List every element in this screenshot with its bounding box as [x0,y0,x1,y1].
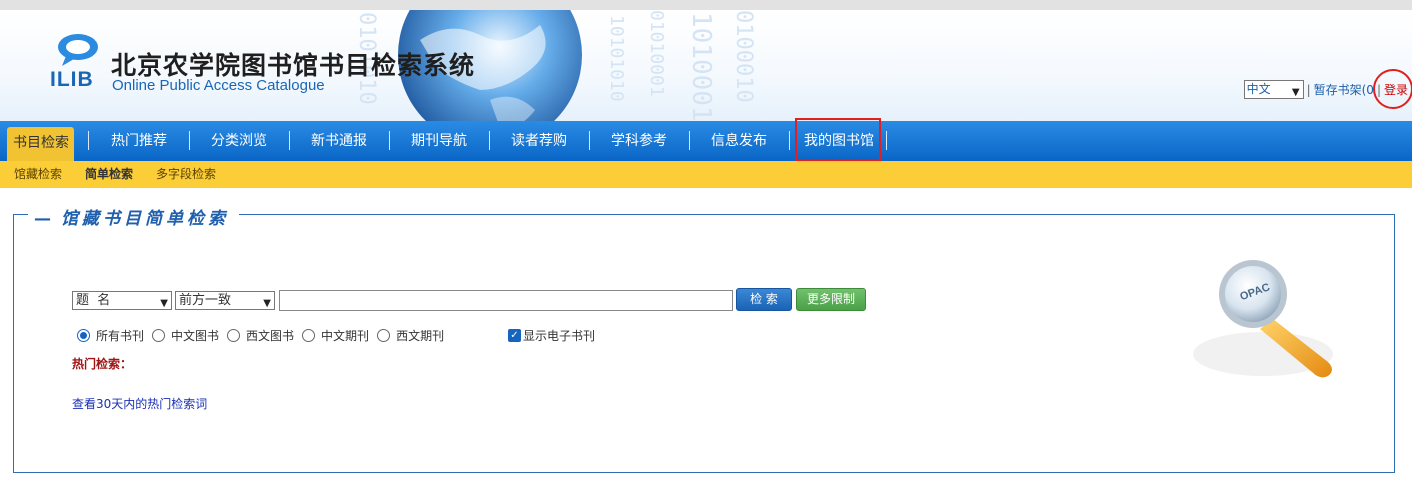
radio-label: 中文图书 [171,329,220,343]
keyword-input[interactable] [279,290,733,311]
search-button[interactable]: 检 索 [736,288,792,311]
background-digits: 01010001 [646,10,667,97]
chevron-down-icon: ▼ [160,298,168,309]
field-select[interactable]: 题 名 ▼ [72,291,172,310]
hot-terms-link[interactable]: 查看30天内的热门检索词 [72,395,207,412]
language-value: 中文 [1246,82,1271,96]
logo-text: ILIB [50,68,94,91]
subnav-item-multifield[interactable]: 多字段检索 [156,161,216,188]
ejournal-label: 显示电子书刊 [523,329,596,343]
subnav-item-simple[interactable]: 简单检索 [85,161,133,188]
nav-divider [389,131,390,150]
doc-type-radios: 所有书刊 中文图书 西文图书 中文期刊 西文期刊 [77,327,452,344]
title-dash: — [34,209,55,229]
highlight-box [795,118,881,162]
highlight-circle [1372,69,1412,109]
main-nav: 书目检索 热门推荐 分类浏览 新书通报 期刊导航 读者荐购 学科参考 信息发布 … [0,121,1412,161]
nav-item-subject[interactable]: 学科参考 [599,121,679,161]
radio-west-books[interactable] [227,329,241,342]
radio-west-journals[interactable] [377,329,391,342]
nav-divider [88,131,89,150]
site-header: 0101010 10101010 01010001 1010001 010001… [0,10,1412,121]
chevron-down-icon: ▼ [263,298,271,309]
nav-item-catalog-search[interactable]: 书目检索 [7,127,74,161]
nav-item-category[interactable]: 分类浏览 [199,121,279,161]
radio-all[interactable] [77,329,90,342]
field-select-value: 题 名 [76,293,111,308]
radio-cn-books[interactable] [152,329,166,342]
nav-item-recommend[interactable]: 读者荐购 [499,121,579,161]
radio-label: 西文图书 [246,329,295,343]
ilib-logo: ILIB [48,32,104,92]
nav-divider [789,131,790,150]
radio-label: 西文期刊 [396,329,445,343]
nav-divider [489,131,490,150]
panel-title: — 馆藏书目简单检索 [28,204,239,229]
nav-divider [189,131,190,150]
radio-label: 中文期刊 [321,329,370,343]
nav-divider [289,131,290,150]
nav-divider [886,131,887,150]
top-strip [0,0,1412,10]
more-limits-button[interactable]: 更多限制 [796,288,866,311]
hot-search-label: 热门检索： [72,357,133,371]
nav-divider [689,131,690,150]
match-mode-select[interactable]: 前方一致 ▼ [175,291,275,310]
opac-magnifier-icon: OPAC [1193,260,1333,378]
radio-label: 所有书刊 [96,329,145,343]
separator: | [1306,82,1311,97]
site-subtitle: Online Public Access Catalogue [112,77,325,94]
ejournal-checkbox-row: ✓ 显示电子书刊 [508,327,595,344]
radio-cn-journals[interactable] [302,329,316,342]
background-digits: 1010001 [686,12,716,121]
nav-item-news[interactable]: 信息发布 [699,121,779,161]
nav-item-journals[interactable]: 期刊导航 [399,121,479,161]
top-links: 中文 ▼ | 暂存书架(0 | 登录 [1243,69,1412,109]
nav-divider [589,131,590,150]
match-mode-value: 前方一致 [179,293,232,308]
nav-item-new-books[interactable]: 新书通报 [299,121,379,161]
background-digits: 0100010 [731,10,756,103]
chevron-down-icon: ▼ [1291,87,1300,98]
panel-title-text: 馆藏书目简单检索 [61,209,229,229]
ejournal-checkbox[interactable]: ✓ [508,329,521,342]
language-select[interactable]: 中文 ▼ [1243,80,1304,99]
subnav-item-collection[interactable]: 馆藏检索 [14,161,62,188]
sub-nav: 馆藏检索 简单检索 多字段检索 [0,161,1412,188]
nav-item-hot[interactable]: 热门推荐 [99,121,179,161]
background-digits: 10101010 [606,15,627,102]
login-link-wrap[interactable]: 登录 [1372,69,1412,109]
shelf-link[interactable]: 暂存书架(0 [1314,81,1374,98]
